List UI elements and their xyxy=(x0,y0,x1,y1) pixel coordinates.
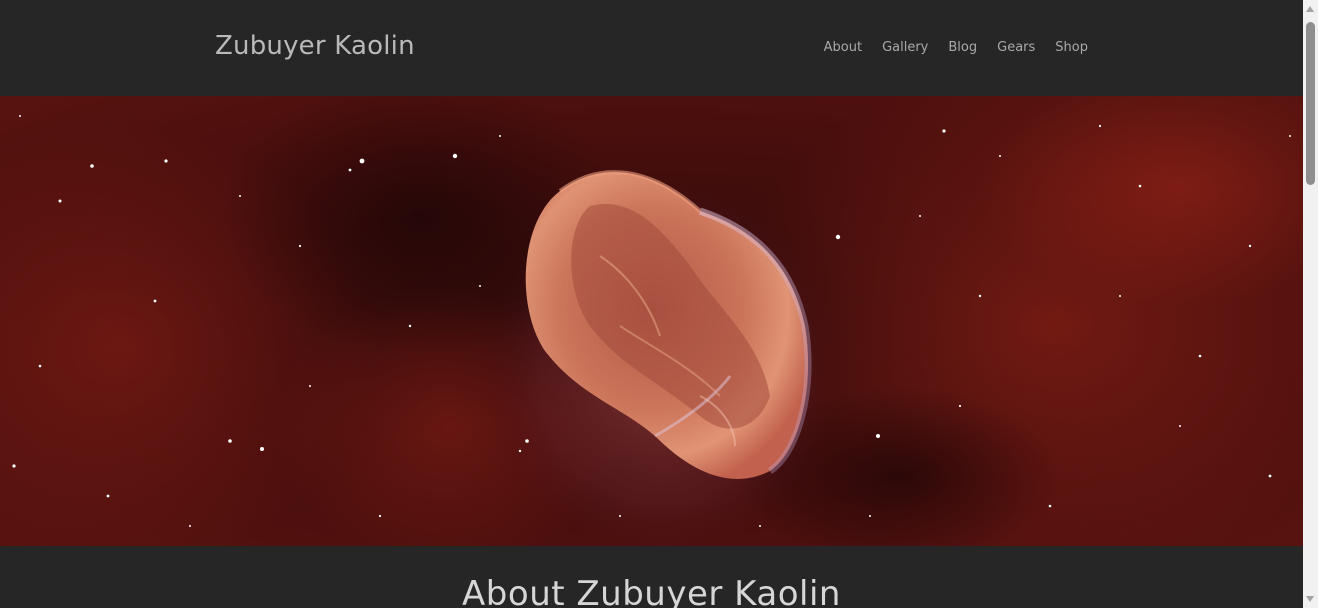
scroll-up-icon[interactable] xyxy=(1306,6,1314,12)
nav-item-blog[interactable]: Blog xyxy=(948,40,977,55)
site-title[interactable]: Zubuyer Kaolin xyxy=(215,31,415,61)
nav-item-about[interactable]: About xyxy=(824,40,862,55)
main-nav: About Gallery Blog Gears Shop xyxy=(824,40,1088,55)
nav-item-gears[interactable]: Gears xyxy=(997,40,1035,55)
crescent-nebula-image xyxy=(0,96,1303,546)
scroll-thumb[interactable] xyxy=(1306,22,1315,185)
nav-item-shop[interactable]: Shop xyxy=(1055,40,1088,55)
page: Zubuyer Kaolin About Gallery Blog Gears … xyxy=(0,0,1303,608)
about-title: About Zubuyer Kaolin xyxy=(462,574,841,608)
site-header: Zubuyer Kaolin About Gallery Blog Gears … xyxy=(0,0,1303,96)
scroll-down-icon[interactable] xyxy=(1306,596,1314,602)
hero-banner xyxy=(0,96,1303,546)
vertical-scrollbar[interactable] xyxy=(1303,0,1318,608)
nav-item-gallery[interactable]: Gallery xyxy=(882,40,928,55)
